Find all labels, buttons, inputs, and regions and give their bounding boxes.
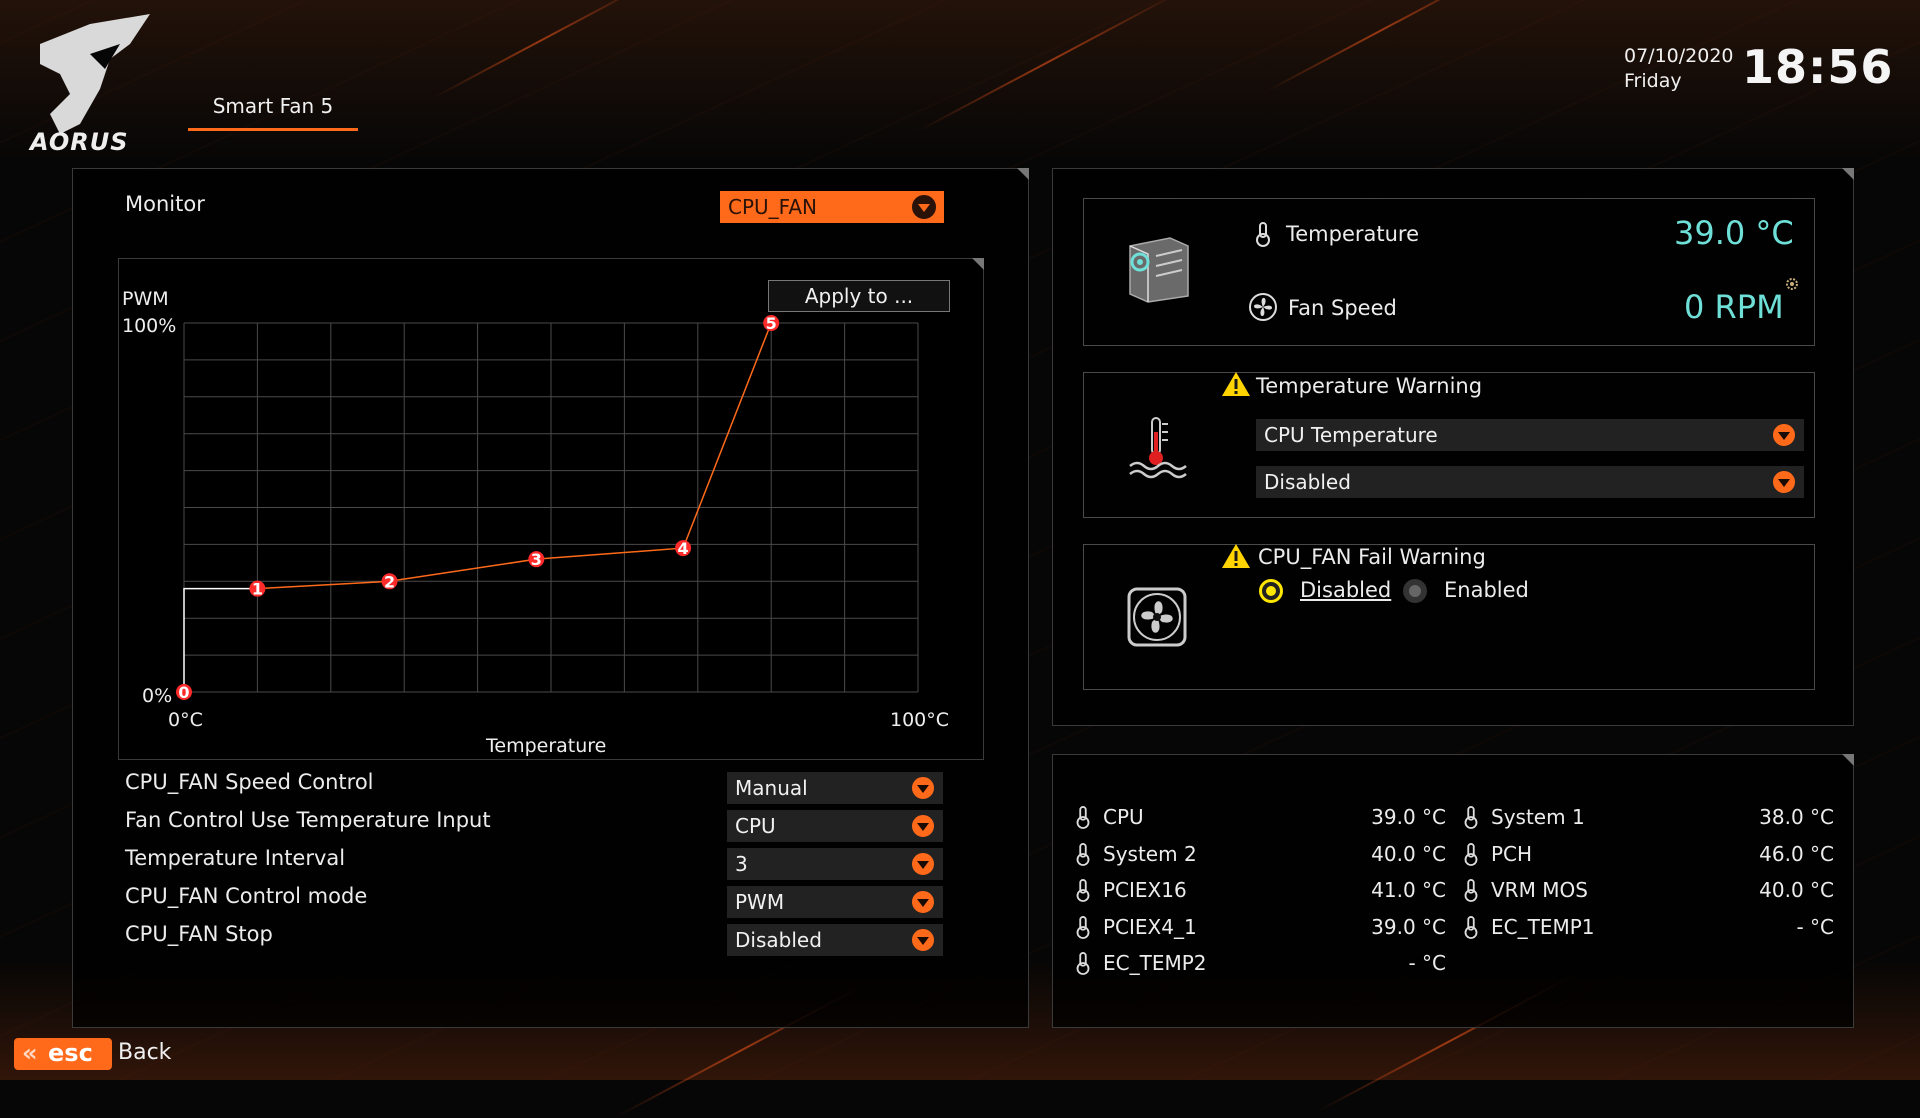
curve-point-1[interactable]: 1 — [249, 580, 266, 599]
chevron-down-icon — [1772, 423, 1796, 447]
temperature-warning-source-dropdown[interactable]: CPU Temperature — [1256, 419, 1804, 451]
chevron-down-icon — [911, 814, 935, 838]
curve-point-label: 1 — [252, 580, 263, 599]
temperature-name: PCH — [1491, 841, 1533, 866]
temperature-name: EC_TEMP2 — [1103, 951, 1207, 975]
chevron-down-icon — [911, 890, 935, 914]
chevron-down-icon — [1772, 470, 1796, 494]
case-fan-icon — [1127, 587, 1187, 647]
double-chevron-left-icon: « — [22, 1039, 38, 1067]
setting-dropdown[interactable]: CPU — [727, 810, 943, 842]
esc-label: esc — [48, 1039, 93, 1067]
y-tick-min-label: 0% — [142, 685, 172, 707]
temperature-value: 39.0 °C — [1371, 914, 1446, 939]
gear-icon[interactable] — [1784, 276, 1800, 292]
setting-value: Manual — [735, 776, 808, 800]
fan-fail-warning-title: CPU_FAN Fail Warning — [1258, 545, 1486, 569]
thermometer-heat-icon — [1129, 417, 1187, 479]
thermometer-icon — [1076, 951, 1090, 975]
setting-label: CPU_FAN Stop — [125, 922, 273, 946]
chevron-down-icon — [911, 776, 935, 800]
curve-baseline — [183, 587, 258, 692]
setting-value: PWM — [735, 890, 785, 914]
thermometer-icon — [1256, 222, 1270, 247]
fan-fail-radio-disabled[interactable] — [1259, 579, 1283, 603]
y-tick-max-label: 100% — [122, 315, 176, 337]
fan-fail-option-enabled[interactable]: Enabled — [1444, 578, 1529, 602]
temperature-name: PCIEX16 — [1103, 878, 1187, 902]
fan-speed-value: 0 RPM — [1684, 288, 1784, 326]
thermometer-icon — [1076, 805, 1090, 829]
temperature-name: System 2 — [1103, 841, 1197, 866]
setting-dropdown[interactable]: Manual — [727, 772, 943, 804]
temperature-warning-title: Temperature Warning — [1256, 374, 1483, 398]
temperature-name: CPU — [1103, 805, 1144, 829]
thermometer-icon — [1464, 842, 1478, 866]
esc-button[interactable]: « esc — [14, 1038, 112, 1070]
setting-dropdown[interactable]: PWM — [727, 886, 943, 918]
chart-grid — [183, 322, 919, 693]
fan-icon — [1249, 293, 1277, 321]
temperature-name: System 1 — [1491, 805, 1585, 829]
curve-point-0[interactable]: 0 — [176, 683, 192, 702]
y-axis-label: PWM — [122, 288, 169, 310]
thermometer-icon — [1464, 805, 1478, 829]
temperature-value: - °C — [1408, 951, 1446, 975]
warning-icon — [1222, 372, 1250, 396]
temperature-value: 39.0 °C — [1674, 214, 1794, 252]
curve-point-label: 3 — [531, 550, 542, 569]
chevron-down-icon — [911, 852, 935, 876]
temperature-value: 39.0 °C — [1371, 805, 1446, 829]
setting-label: Temperature Interval — [125, 846, 346, 870]
curve-point-label: 0 — [178, 683, 189, 702]
setting-dropdown[interactable]: Disabled — [727, 924, 943, 956]
fan-fail-radio-enabled[interactable] — [1403, 579, 1427, 603]
fan-curve-line — [257, 322, 772, 590]
temperature-value: 38.0 °C — [1759, 805, 1834, 829]
curve-point-4[interactable]: 4 — [675, 539, 692, 558]
temperature-value: 40.0 °C — [1759, 878, 1834, 902]
pc-case-icon — [1129, 237, 1189, 303]
x-tick-max-label: 100°C — [890, 709, 949, 731]
temperature-value: 40.0 °C — [1371, 841, 1446, 866]
curve-point-label: 2 — [384, 572, 395, 591]
x-tick-min-label: 0°C — [168, 709, 203, 731]
temperature-name: VRM MOS — [1491, 878, 1588, 902]
setting-label: Fan Control Use Temperature Input — [125, 808, 491, 832]
fan-fail-option-disabled[interactable]: Disabled — [1300, 578, 1391, 602]
temperature-warning-value: Disabled — [1264, 470, 1351, 494]
curve-point-label: 5 — [766, 314, 777, 333]
x-axis-label: Temperature — [485, 735, 606, 757]
curve-point-5[interactable]: 5 — [763, 314, 780, 333]
chevron-down-icon — [911, 928, 935, 952]
temperature-warning-value-dropdown[interactable]: Disabled — [1256, 466, 1804, 498]
back-label[interactable]: Back — [118, 1040, 171, 1065]
temperature-value: 46.0 °C — [1759, 841, 1834, 866]
setting-value: CPU — [735, 814, 776, 838]
setting-value: Disabled — [735, 928, 822, 952]
thermometer-icon — [1464, 915, 1478, 939]
temperature-name: EC_TEMP1 — [1491, 914, 1595, 939]
curve-point-label: 4 — [678, 539, 689, 558]
curve-point-3[interactable]: 3 — [528, 550, 545, 569]
setting-label: CPU_FAN Control mode — [125, 884, 368, 908]
fan-speed-label: Fan Speed — [1288, 296, 1397, 320]
setting-label: CPU_FAN Speed Control — [125, 770, 374, 794]
temperature-name: PCIEX4_1 — [1103, 914, 1197, 939]
setting-dropdown[interactable]: 3 — [727, 848, 943, 880]
thermometer-icon — [1076, 878, 1090, 902]
temperature-value: - °C — [1796, 914, 1834, 939]
curve-point-2[interactable]: 2 — [381, 572, 398, 591]
thermometer-icon — [1076, 915, 1090, 939]
temperature-warning-source-value: CPU Temperature — [1264, 423, 1438, 447]
setting-value: 3 — [735, 852, 748, 876]
temperature-value: 41.0 °C — [1371, 878, 1446, 902]
temperature-label: Temperature — [1286, 222, 1420, 246]
warning-icon — [1222, 544, 1250, 568]
thermometer-icon — [1076, 842, 1090, 866]
thermometer-icon — [1464, 878, 1478, 902]
